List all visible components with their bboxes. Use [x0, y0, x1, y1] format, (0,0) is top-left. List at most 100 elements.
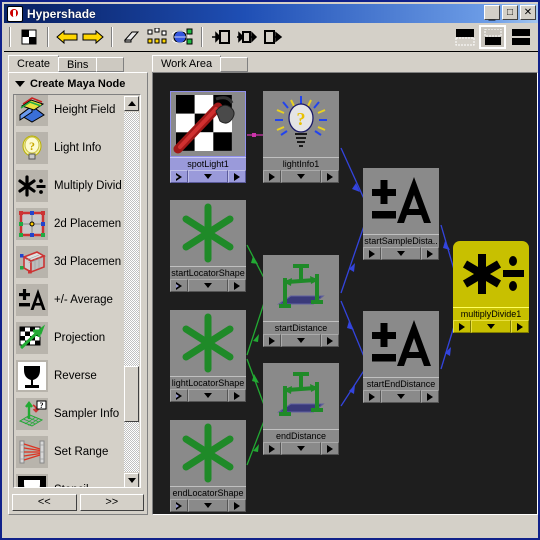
- node-input-port[interactable]: [170, 499, 188, 512]
- node-title[interactable]: endDistance: [263, 429, 339, 442]
- maximize-button[interactable]: □: [502, 5, 518, 20]
- node-swatch[interactable]: [453, 241, 529, 307]
- graph-node-multiplyDivide1[interactable]: multiplyDivide1: [453, 241, 529, 333]
- page-next-button[interactable]: >>: [79, 494, 144, 511]
- node-menu-port[interactable]: [188, 389, 228, 402]
- node-menu-port[interactable]: [188, 170, 228, 183]
- node-menu-port[interactable]: [281, 170, 321, 183]
- node-title[interactable]: startEndDistance: [363, 377, 439, 390]
- node-input-port[interactable]: [263, 334, 281, 347]
- graph-input-connections-button[interactable]: [208, 25, 234, 49]
- graph-node-endDistance[interactable]: endDistance: [263, 363, 339, 455]
- node-output-port[interactable]: [321, 334, 339, 347]
- minimize-button[interactable]: _: [484, 5, 500, 20]
- scroll-down-button[interactable]: [124, 473, 139, 487]
- node-swatch[interactable]: [170, 310, 246, 376]
- tab-work-area[interactable]: Work Area: [152, 55, 222, 72]
- list-item-multiply-divide[interactable]: Multiply Divid: [14, 167, 124, 205]
- list-item-sampler-info[interactable]: ? Sampler Info: [14, 395, 124, 433]
- layout-split-button[interactable]: [479, 25, 506, 49]
- graph-output-connections-button[interactable]: [260, 25, 286, 49]
- node-menu-port[interactable]: [381, 390, 421, 403]
- clear-graph-button[interactable]: [118, 25, 144, 49]
- node-output-port[interactable]: [321, 170, 339, 183]
- node-output-port[interactable]: [228, 389, 246, 402]
- scrollbar-thumb[interactable]: [124, 366, 139, 422]
- graph-node-lightInfo1[interactable]: ? lightInfo1: [263, 91, 339, 183]
- node-menu-port[interactable]: [381, 247, 421, 260]
- node-output-port[interactable]: [511, 320, 529, 333]
- layout-top-only-button[interactable]: [451, 25, 478, 49]
- node-menu-port[interactable]: [281, 442, 321, 455]
- graph-node-spotLight1[interactable]: spotLight1: [170, 91, 246, 183]
- node-output-port[interactable]: [421, 247, 439, 260]
- rearrange-graph-button[interactable]: [144, 25, 170, 49]
- node-input-port[interactable]: [263, 170, 281, 183]
- list-item-stencil[interactable]: Stencil: [14, 471, 124, 487]
- node-title[interactable]: multiplyDivide1: [453, 307, 529, 320]
- toggle-checker-button[interactable]: [16, 25, 42, 49]
- node-title[interactable]: endLocatorShape: [170, 486, 246, 499]
- node-input-port[interactable]: [263, 442, 281, 455]
- node-title[interactable]: startSampleDista..: [363, 234, 439, 247]
- graph-input-output-connections-button[interactable]: [234, 25, 260, 49]
- node-swatch[interactable]: [363, 168, 439, 234]
- list-item-3d-placement[interactable]: 3d Placemen: [14, 243, 124, 281]
- forward-button[interactable]: [80, 25, 106, 49]
- list-item-plus-minus-average[interactable]: +/- Average: [14, 281, 124, 319]
- node-input-port[interactable]: [453, 320, 471, 333]
- node-swatch[interactable]: [263, 255, 339, 321]
- node-output-port[interactable]: [321, 442, 339, 455]
- list-item-set-range[interactable]: Set Range: [14, 433, 124, 471]
- node-list-scrollbar[interactable]: [124, 96, 139, 487]
- list-item-reverse[interactable]: Reverse: [14, 357, 124, 395]
- node-swatch[interactable]: [170, 200, 246, 266]
- node-title[interactable]: lightLocatorShape: [170, 376, 246, 389]
- list-item-projection[interactable]: Projection: [14, 319, 124, 357]
- node-swatch[interactable]: [170, 420, 246, 486]
- node-title[interactable]: startDistance: [263, 321, 339, 334]
- tab-right-extra[interactable]: [220, 57, 249, 72]
- node-menu-port[interactable]: [471, 320, 511, 333]
- work-area-canvas[interactable]: spotLight1 ? lightInfo1 startLocatorShap…: [152, 72, 538, 515]
- tab-create[interactable]: Create: [8, 55, 60, 72]
- page-prev-button[interactable]: <<: [12, 494, 77, 511]
- graph-node-lightLocatorShape[interactable]: lightLocatorShape: [170, 310, 246, 402]
- node-input-port[interactable]: [363, 390, 381, 403]
- node-output-port[interactable]: [228, 279, 246, 292]
- node-list[interactable]: Height Field ? Light Info Multiply Divid…: [13, 94, 141, 488]
- node-swatch[interactable]: [170, 91, 246, 157]
- node-swatch[interactable]: ?: [263, 91, 339, 157]
- tab-bins[interactable]: Bins: [58, 57, 98, 72]
- node-swatch[interactable]: [363, 311, 439, 377]
- back-button[interactable]: [54, 25, 80, 49]
- list-item-height-field[interactable]: Height Field: [14, 95, 124, 129]
- create-maya-node-header[interactable]: Create Maya Node: [11, 75, 145, 92]
- graph-node-startLocatorShape[interactable]: startLocatorShape: [170, 200, 246, 292]
- node-input-port[interactable]: [170, 279, 188, 292]
- scroll-up-button[interactable]: [124, 96, 139, 111]
- node-title[interactable]: spotLight1: [170, 157, 246, 170]
- layout-bottom-only-button[interactable]: [507, 25, 534, 49]
- node-menu-port[interactable]: [281, 334, 321, 347]
- node-menu-port[interactable]: [188, 279, 228, 292]
- show-network-button[interactable]: [170, 25, 196, 49]
- graph-node-startSampleDistance[interactable]: startSampleDista..: [363, 168, 439, 260]
- node-graph[interactable]: spotLight1 ? lightInfo1 startLocatorShap…: [153, 73, 537, 514]
- node-swatch[interactable]: [263, 363, 339, 429]
- close-button[interactable]: ✕: [520, 5, 536, 20]
- node-title[interactable]: startLocatorShape: [170, 266, 246, 279]
- graph-node-startEndDistance[interactable]: startEndDistance: [363, 311, 439, 403]
- node-menu-port[interactable]: [188, 499, 228, 512]
- tab-left-extra[interactable]: [96, 57, 125, 72]
- graph-node-endLocatorShape[interactable]: endLocatorShape: [170, 420, 246, 512]
- node-input-port[interactable]: [363, 247, 381, 260]
- node-output-port[interactable]: [228, 170, 246, 183]
- node-input-port[interactable]: [170, 170, 188, 183]
- node-title[interactable]: lightInfo1: [263, 157, 339, 170]
- node-input-port[interactable]: [170, 389, 188, 402]
- node-output-port[interactable]: [421, 390, 439, 403]
- node-output-port[interactable]: [228, 499, 246, 512]
- list-item-light-info[interactable]: ? Light Info: [14, 129, 124, 167]
- list-item-2d-placement[interactable]: 2d Placemen: [14, 205, 124, 243]
